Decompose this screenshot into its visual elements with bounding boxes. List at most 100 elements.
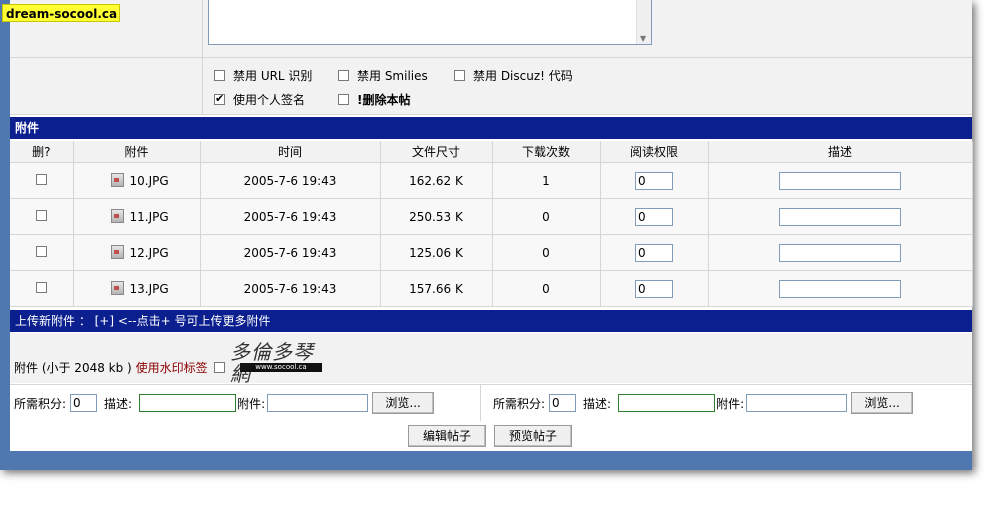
attachment-file-link[interactable]: 10.JPG: [73, 162, 201, 199]
permission-input[interactable]: 0: [635, 279, 673, 298]
image-file-icon: [110, 173, 124, 187]
attachment-file-link[interactable]: 13.JPG: [73, 270, 201, 307]
upload-info-row: 附件 (小于 2048 kb ) 使用水印标签 多倫多琴網 www.socool…: [10, 333, 972, 385]
attachment-downloads: 1: [492, 162, 601, 199]
attachment-file-link[interactable]: 11.JPG: [73, 198, 201, 235]
disable-smilies-checkbox[interactable]: [338, 70, 349, 81]
attachment-name[interactable]: 13.JPG: [130, 282, 169, 296]
attachment-time: 2005-7-6 19:43: [200, 162, 381, 199]
textarea-scrollbar[interactable]: ▼: [636, 0, 651, 44]
delete-attachment-checkbox[interactable]: [35, 209, 47, 221]
points-label: 所需积分:: [493, 396, 546, 411]
attachment-downloads: 0: [492, 270, 601, 307]
upload-title-bar[interactable]: 上传新附件 ： [+] <--点击+ 号可上传更多附件: [10, 310, 972, 332]
delete-attachment-checkbox[interactable]: [35, 245, 47, 257]
desc-label: 描述:: [104, 396, 133, 411]
attachment-time: 2005-7-6 19:43: [200, 234, 381, 271]
watermark-label: 使用水印标签: [135, 361, 208, 375]
attachment-time: 2005-7-6 19:43: [200, 198, 381, 235]
file-label: 附件:: [237, 396, 266, 411]
use-signature-label: 使用个人签名: [233, 93, 306, 107]
browse-button[interactable]: 浏览...: [851, 392, 914, 414]
disable-discuz-label: 禁用 Discuz! 代码: [473, 69, 573, 83]
upload-field-group: 所需积分: 0 描述: 附件: 浏览...: [493, 392, 914, 414]
delete-post-label: !删除本帖: [357, 93, 411, 107]
attachment-size: 250.53 K: [380, 198, 493, 235]
disable-url-checkbox[interactable]: [214, 70, 225, 81]
attachment-name[interactable]: 11.JPG: [130, 210, 169, 224]
attachment-time: 2005-7-6 19:43: [200, 270, 381, 307]
bottom-border-strip: [0, 451, 972, 470]
message-row: ▼: [10, 0, 972, 58]
option-delete-post[interactable]: !删除本帖: [338, 91, 410, 108]
delete-attachment-checkbox[interactable]: [35, 173, 47, 185]
attachment-downloads: 0: [492, 234, 601, 271]
site-badge: dream-socool.ca: [2, 4, 120, 22]
col-downloads: 下载次数: [492, 141, 601, 163]
disable-discuz-checkbox[interactable]: [454, 70, 465, 81]
image-file-icon: [110, 281, 124, 295]
permission-input[interactable]: 0: [635, 207, 673, 226]
options-row: 禁用 URL 识别 禁用 Smilies 禁用 Discuz! 代码 使用个人签…: [10, 58, 972, 115]
option-disable-url[interactable]: 禁用 URL 识别: [214, 67, 312, 84]
file-path-input[interactable]: [746, 394, 848, 412]
file-label: 附件:: [716, 396, 745, 411]
attachment-size: 157.66 K: [380, 270, 493, 307]
attachment-size: 125.06 K: [380, 234, 493, 271]
desc-label: 描述:: [583, 396, 612, 411]
points-input[interactable]: 0: [70, 394, 98, 412]
left-border-strip: [0, 0, 10, 470]
preview-post-button[interactable]: 预览帖子: [494, 425, 572, 447]
file-path-input[interactable]: [267, 394, 369, 412]
browse-button[interactable]: 浏览...: [372, 392, 435, 414]
option-disable-smilies[interactable]: 禁用 Smilies: [338, 67, 428, 84]
attachments-title-bar: 附件: [10, 117, 972, 139]
permission-input[interactable]: 0: [635, 243, 673, 262]
attachments-table: 删? 附件 时间 文件尺寸 下载次数 阅读权限 描述 10.JPG 2005-7…: [10, 141, 973, 307]
watermark-logo: 多倫多琴網 www.socool.ca: [230, 341, 326, 385]
watermark-logo-url: www.socool.ca: [240, 363, 322, 372]
image-file-icon: [110, 209, 124, 223]
watermark-checkbox[interactable]: [214, 362, 225, 373]
description-input[interactable]: [779, 171, 901, 190]
size-limit-text: 附件 (小于 2048 kb ): [14, 361, 132, 375]
upload-description-input[interactable]: [139, 394, 237, 412]
upload-description-input[interactable]: [618, 394, 716, 412]
description-input[interactable]: [779, 207, 901, 226]
action-buttons-row: 编辑帖子 预览帖子: [10, 421, 972, 451]
description-input[interactable]: [779, 243, 901, 262]
disable-smilies-label: 禁用 Smilies: [357, 69, 428, 83]
option-use-signature[interactable]: 使用个人签名: [214, 91, 305, 108]
table-row: 12.JPG 2005-7-6 19:43 125.06 K 0 0: [10, 234, 973, 271]
page: ▼ 禁用 URL 识别 禁用 Smilies 禁用 Discuz! 代码 使用个…: [0, 0, 973, 470]
message-textarea[interactable]: ▼: [208, 0, 652, 45]
col-delete: 删?: [10, 141, 74, 163]
use-signature-checkbox[interactable]: [214, 92, 225, 105]
attachment-name[interactable]: 12.JPG: [130, 246, 169, 260]
col-time: 时间: [200, 141, 381, 163]
permission-input[interactable]: 0: [635, 171, 673, 190]
delete-post-checkbox[interactable]: [338, 94, 349, 105]
col-permission: 阅读权限: [600, 141, 709, 163]
options-label-cell: [10, 58, 203, 114]
points-label: 所需积分:: [14, 396, 67, 411]
attachments-header-row: 删? 附件 时间 文件尺寸 下载次数 阅读权限 描述: [10, 141, 973, 163]
table-row: 11.JPG 2005-7-6 19:43 250.53 K 0 0: [10, 198, 973, 235]
scroll-down-icon[interactable]: ▼: [640, 34, 646, 43]
attachment-file-link[interactable]: 12.JPG: [73, 234, 201, 271]
attachment-name[interactable]: 10.JPG: [130, 174, 169, 188]
option-disable-discuz[interactable]: 禁用 Discuz! 代码: [454, 67, 573, 84]
attachment-downloads: 0: [492, 198, 601, 235]
col-attachment: 附件: [73, 141, 201, 163]
upload-fields-row: 所需积分: 0 描述: 附件: 浏览... 所需积分: 0 描述: 附件: 浏览…: [10, 384, 972, 422]
table-row: 10.JPG 2005-7-6 19:43 162.62 K 1 0: [10, 162, 973, 199]
upload-field-group: 所需积分: 0 描述: 附件: 浏览...: [14, 392, 435, 414]
table-row: 13.JPG 2005-7-6 19:43 157.66 K 0 0: [10, 270, 973, 307]
points-input[interactable]: 0: [549, 394, 577, 412]
edit-post-button[interactable]: 编辑帖子: [408, 425, 486, 447]
image-file-icon: [110, 245, 124, 259]
upload-info: 附件 (小于 2048 kb ) 使用水印标签: [14, 359, 208, 376]
description-input[interactable]: [779, 279, 901, 298]
delete-attachment-checkbox[interactable]: [35, 281, 47, 293]
col-size: 文件尺寸: [380, 141, 493, 163]
